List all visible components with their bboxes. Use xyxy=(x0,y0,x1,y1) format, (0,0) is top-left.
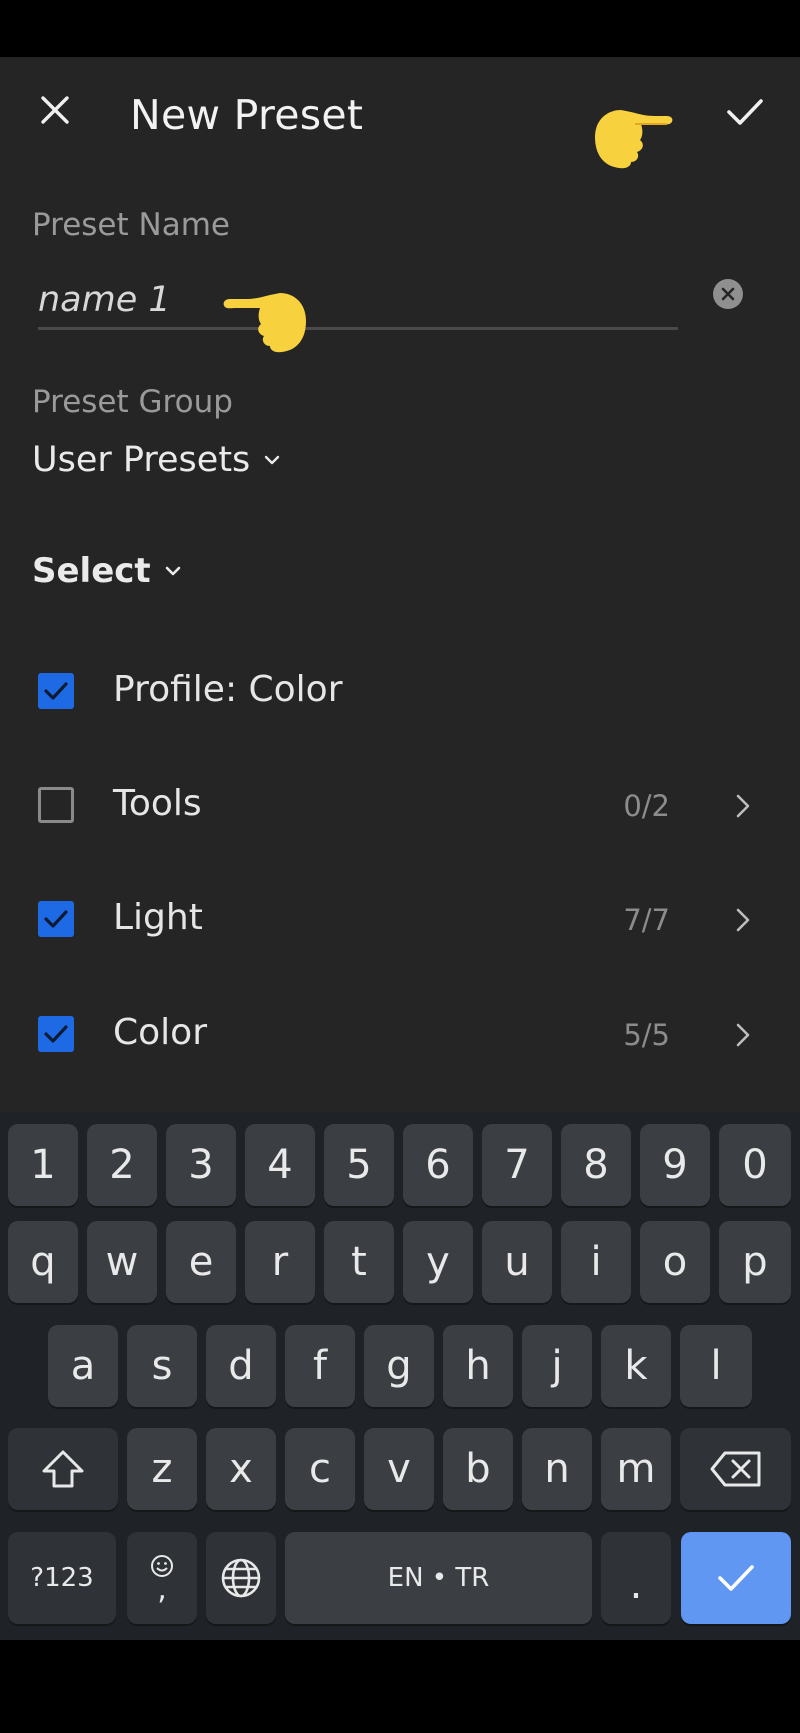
key-m[interactable]: m xyxy=(601,1428,671,1510)
status-bar xyxy=(0,0,800,57)
key-d[interactable]: d xyxy=(206,1325,276,1407)
comma-label: , xyxy=(157,1572,167,1607)
setting-label: Color xyxy=(113,1012,207,1053)
checkbox-checked[interactable] xyxy=(38,673,74,709)
setting-count: 7/7 xyxy=(623,903,670,937)
page-title: New Preset xyxy=(130,91,364,139)
period-key[interactable]: . xyxy=(601,1532,671,1624)
checkmark-icon xyxy=(44,1025,68,1043)
key-c[interactable]: c xyxy=(285,1428,355,1510)
key-o[interactable]: o xyxy=(640,1221,710,1303)
key-f[interactable]: f xyxy=(285,1325,355,1407)
key-w[interactable]: w xyxy=(87,1221,157,1303)
chevron-down-icon xyxy=(265,455,280,465)
key-1[interactable]: 1 xyxy=(8,1124,78,1206)
key-8[interactable]: 8 xyxy=(561,1124,631,1206)
setting-row-profile[interactable]: Profile: Color xyxy=(0,651,800,731)
key-7[interactable]: 7 xyxy=(482,1124,552,1206)
checkbox-checked[interactable] xyxy=(38,1016,74,1052)
setting-label: Profile: Color xyxy=(113,669,343,710)
checkmark-icon xyxy=(718,1565,754,1591)
key-6[interactable]: 6 xyxy=(403,1124,473,1206)
key-y[interactable]: y xyxy=(403,1221,473,1303)
key-j[interactable]: j xyxy=(522,1325,592,1407)
emoji-comma-key[interactable]: , xyxy=(127,1532,197,1624)
checkbox-unchecked[interactable] xyxy=(38,787,74,823)
chevron-down-icon xyxy=(165,566,180,576)
shift-arrow-icon xyxy=(42,1450,84,1488)
key-k[interactable]: k xyxy=(601,1325,671,1407)
key-v[interactable]: v xyxy=(364,1428,434,1510)
setting-row-color[interactable]: Color 5/5 xyxy=(0,994,800,1074)
navigation-bar xyxy=(0,1640,800,1733)
symbols-key[interactable]: ?123 xyxy=(8,1532,116,1624)
clear-input-button[interactable] xyxy=(713,279,743,309)
close-button[interactable] xyxy=(32,87,78,133)
chevron-right-icon[interactable] xyxy=(733,1020,753,1050)
globe-icon xyxy=(221,1558,261,1598)
setting-label: Light xyxy=(113,897,203,938)
confirm-button[interactable] xyxy=(720,87,770,137)
setting-row-tools[interactable]: Tools 0/2 xyxy=(0,765,800,845)
preset-name-label: Preset Name xyxy=(32,207,230,243)
space-key[interactable]: EN • TR xyxy=(285,1532,592,1624)
key-3[interactable]: 3 xyxy=(166,1124,236,1206)
key-i[interactable]: i xyxy=(561,1221,631,1303)
key-u[interactable]: u xyxy=(482,1221,552,1303)
key-5[interactable]: 5 xyxy=(324,1124,394,1206)
key-g[interactable]: g xyxy=(364,1325,434,1407)
enter-key[interactable] xyxy=(681,1532,791,1624)
key-h[interactable]: h xyxy=(443,1325,513,1407)
new-preset-screen: New Preset Preset Name Preset Group User… xyxy=(0,57,800,1112)
checkbox-checked[interactable] xyxy=(38,901,74,937)
pointing-hand-icon xyxy=(223,293,306,353)
key-q[interactable]: q xyxy=(8,1221,78,1303)
key-l[interactable]: l xyxy=(680,1325,752,1407)
key-p[interactable]: p xyxy=(719,1221,791,1303)
backspace-icon xyxy=(710,1451,760,1487)
select-dropdown[interactable]: Select xyxy=(32,551,181,591)
checkmark-icon xyxy=(44,910,68,928)
setting-count: 5/5 xyxy=(623,1018,670,1052)
clear-icon xyxy=(721,287,735,301)
key-n[interactable]: n xyxy=(522,1428,592,1510)
preset-name-field[interactable] xyxy=(38,275,678,330)
preset-group-value: User Presets xyxy=(32,440,251,480)
on-screen-keyboard: 1 2 3 4 5 6 7 8 9 0 q w e r t y u i o p … xyxy=(0,1112,800,1640)
preset-group-dropdown[interactable]: User Presets xyxy=(32,440,280,480)
key-9[interactable]: 9 xyxy=(640,1124,710,1206)
pointing-hand-icon xyxy=(595,110,673,169)
setting-label: Tools xyxy=(113,783,202,824)
backspace-key[interactable] xyxy=(680,1428,791,1510)
chevron-right-icon[interactable] xyxy=(733,791,753,821)
preset-group-label: Preset Group xyxy=(32,384,233,420)
key-z[interactable]: z xyxy=(127,1428,197,1510)
setting-count: 0/2 xyxy=(623,789,670,823)
header: New Preset xyxy=(0,57,800,177)
key-x[interactable]: x xyxy=(206,1428,276,1510)
checkmark-icon xyxy=(44,682,68,700)
key-s[interactable]: s xyxy=(127,1325,197,1407)
setting-row-light[interactable]: Light 7/7 xyxy=(0,879,800,959)
chevron-right-icon[interactable] xyxy=(733,905,753,935)
language-key[interactable] xyxy=(206,1532,276,1624)
key-r[interactable]: r xyxy=(245,1221,315,1303)
select-label: Select xyxy=(32,551,151,591)
key-e[interactable]: e xyxy=(166,1221,236,1303)
preset-name-input[interactable] xyxy=(38,275,598,325)
close-icon xyxy=(41,96,69,124)
key-0[interactable]: 0 xyxy=(719,1124,791,1206)
key-4[interactable]: 4 xyxy=(245,1124,315,1206)
shift-key[interactable] xyxy=(8,1428,118,1510)
key-b[interactable]: b xyxy=(443,1428,513,1510)
key-2[interactable]: 2 xyxy=(87,1124,157,1206)
key-a[interactable]: a xyxy=(48,1325,118,1407)
key-t[interactable]: t xyxy=(324,1221,394,1303)
checkmark-icon xyxy=(727,99,763,125)
